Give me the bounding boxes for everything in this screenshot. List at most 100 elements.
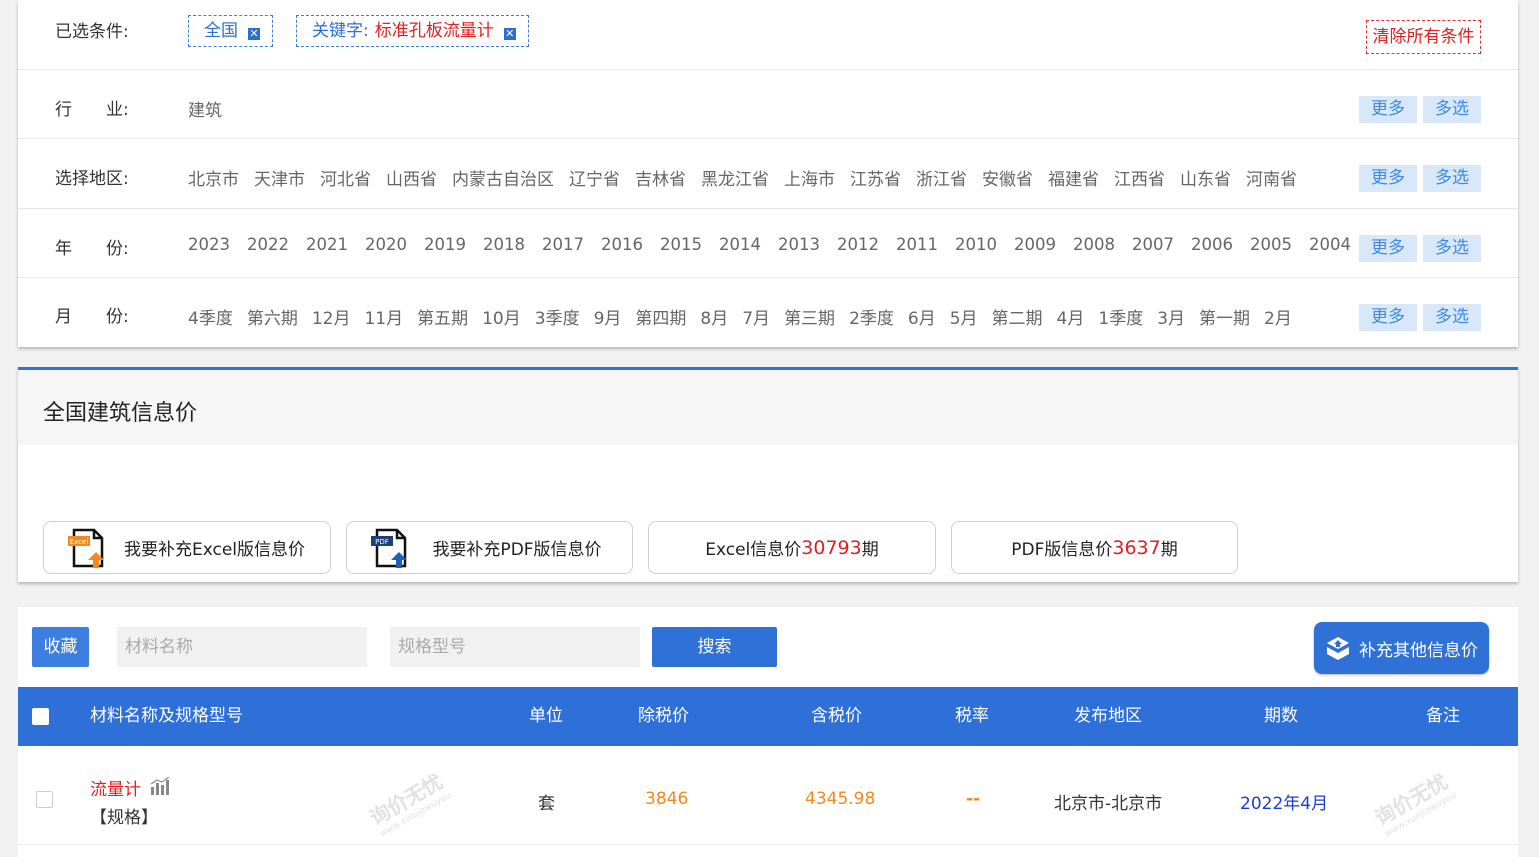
year-option[interactable]: 2005: [1250, 235, 1292, 254]
excel-count-card[interactable]: Excel信息价 30793 期: [648, 521, 936, 574]
region-option[interactable]: 上海市: [784, 165, 835, 190]
month-option[interactable]: 10月: [482, 304, 521, 329]
month-option[interactable]: 3月: [1157, 304, 1185, 329]
month-option[interactable]: 4季度: [188, 304, 233, 329]
pdf-count-card[interactable]: PDF版信息价 3637 期: [951, 521, 1238, 574]
col-material: 材料名称及规格型号: [90, 706, 243, 726]
chip-region-text: 全国: [204, 21, 238, 41]
close-icon[interactable]: ✕: [503, 28, 516, 40]
year-option[interactable]: 2010: [955, 235, 997, 254]
year-option[interactable]: 2021: [306, 235, 348, 254]
region-option[interactable]: 山东省: [1180, 165, 1231, 190]
icon-tag: PDF: [375, 538, 389, 546]
region-option[interactable]: 浙江省: [916, 165, 967, 190]
year-option[interactable]: 2014: [719, 235, 761, 254]
year-option[interactable]: 2019: [424, 235, 466, 254]
multi-select-button[interactable]: 多选: [1423, 235, 1481, 262]
more-button[interactable]: 更多: [1359, 165, 1417, 192]
year-option[interactable]: 2020: [365, 235, 407, 254]
search-button[interactable]: 搜索: [652, 627, 777, 667]
month-option[interactable]: 11月: [364, 304, 403, 329]
industry-label: 行 业:: [55, 100, 129, 120]
excel-count-number: 30793: [801, 536, 862, 559]
year-option[interactable]: 2006: [1191, 235, 1233, 254]
year-option[interactable]: 2023: [188, 235, 230, 254]
year-option[interactable]: 2009: [1014, 235, 1056, 254]
region-option[interactable]: 安徽省: [982, 165, 1033, 190]
region-option[interactable]: 北京市: [188, 165, 239, 190]
year-option[interactable]: 2004: [1309, 235, 1351, 254]
month-option[interactable]: 5月: [950, 304, 978, 329]
selected-conditions-label: 已选条件:: [55, 22, 129, 42]
spec-input[interactable]: [390, 627, 640, 667]
multi-select-button[interactable]: 多选: [1423, 304, 1481, 331]
region-option[interactable]: 福建省: [1048, 165, 1099, 190]
chip-region[interactable]: 全国 ✕: [188, 15, 273, 47]
more-button[interactable]: 更多: [1359, 96, 1417, 123]
month-option[interactable]: 3季度: [535, 304, 580, 329]
year-option[interactable]: 2013: [778, 235, 820, 254]
excel-count-prefix: Excel信息价: [705, 540, 802, 560]
region-option[interactable]: 内蒙古自治区: [452, 165, 554, 190]
more-button[interactable]: 更多: [1359, 235, 1417, 262]
supplement-other-button[interactable]: 补充其他信息价: [1314, 622, 1489, 674]
region-option[interactable]: 河北省: [320, 165, 371, 190]
supplement-pdf-card[interactable]: PDF 我要补充PDF版信息价: [346, 521, 633, 574]
chip-keyword[interactable]: 关键字: 标准孔板流量计 ✕: [296, 15, 529, 47]
row-checkbox[interactable]: [36, 791, 53, 808]
month-option[interactable]: 9月: [594, 304, 622, 329]
year-option[interactable]: 2018: [483, 235, 525, 254]
region-option[interactable]: 江苏省: [850, 165, 901, 190]
year-option[interactable]: 2012: [837, 235, 879, 254]
col-price-in-tax: 含税价: [811, 706, 862, 726]
month-option[interactable]: 4月: [1057, 304, 1085, 329]
year-option[interactable]: 2008: [1073, 235, 1115, 254]
year-option[interactable]: 2017: [542, 235, 584, 254]
cell-price-ex-tax: 3846: [645, 789, 689, 809]
month-option[interactable]: 第五期: [417, 304, 468, 329]
region-option[interactable]: 山西省: [386, 165, 437, 190]
pdf-upload-icon: PDF: [371, 528, 407, 568]
clear-all-button[interactable]: 清除所有条件: [1366, 20, 1481, 54]
favorite-button[interactable]: 收藏: [32, 627, 89, 667]
multi-select-button[interactable]: 多选: [1423, 96, 1481, 123]
year-option[interactable]: 2016: [601, 235, 643, 254]
cell-price-in-tax: 4345.98: [805, 789, 876, 809]
month-option[interactable]: 6月: [908, 304, 936, 329]
material-name-input[interactable]: [117, 627, 367, 667]
region-option[interactable]: 天津市: [254, 165, 305, 190]
year-option[interactable]: 2011: [896, 235, 938, 254]
month-option[interactable]: 第四期: [635, 304, 686, 329]
material-name-link[interactable]: 流量计: [90, 775, 141, 800]
industry-option[interactable]: 建筑: [188, 96, 222, 121]
col-period: 期数: [1264, 706, 1298, 726]
supplement-excel-card[interactable]: Excel 我要补充Excel版信息价: [43, 521, 331, 574]
month-option[interactable]: 2月: [1264, 304, 1292, 329]
cell-tax-rate: --: [966, 789, 981, 809]
year-option[interactable]: 2015: [660, 235, 702, 254]
region-option[interactable]: 黑龙江省: [701, 165, 769, 190]
month-option[interactable]: 第六期: [247, 304, 298, 329]
multi-select-button[interactable]: 多选: [1423, 165, 1481, 192]
region-option[interactable]: 吉林省: [635, 165, 686, 190]
year-option[interactable]: 2007: [1132, 235, 1174, 254]
month-option[interactable]: 1季度: [1098, 304, 1143, 329]
month-option[interactable]: 8月: [700, 304, 728, 329]
month-option[interactable]: 第三期: [784, 304, 835, 329]
more-button[interactable]: 更多: [1359, 304, 1417, 331]
region-option[interactable]: 江西省: [1114, 165, 1165, 190]
month-option[interactable]: 7月: [742, 304, 770, 329]
month-option[interactable]: 2季度: [849, 304, 894, 329]
select-all-checkbox[interactable]: [32, 708, 49, 725]
year-options: 2023 2022 2021 2020 2019 2018 2017 2016 …: [188, 235, 1427, 254]
year-row: 年 份: 2023 2022 2021 2020 2019 2018 2017 …: [18, 209, 1518, 278]
month-option[interactable]: 第一期: [1199, 304, 1250, 329]
region-option[interactable]: 河南省: [1246, 165, 1297, 190]
region-option[interactable]: 辽宁省: [569, 165, 620, 190]
close-icon[interactable]: ✕: [248, 28, 260, 40]
price-trend-icon[interactable]: [150, 777, 170, 795]
year-option[interactable]: 2022: [247, 235, 289, 254]
supplement-excel-label: 我要补充Excel版信息价: [123, 540, 306, 560]
month-option[interactable]: 第二期: [992, 304, 1043, 329]
month-option[interactable]: 12月: [312, 304, 351, 329]
